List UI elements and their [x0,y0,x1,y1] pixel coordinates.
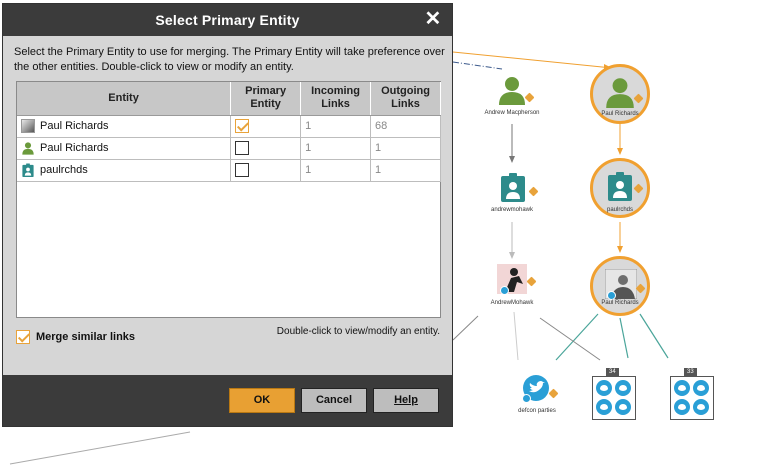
verified-badge-icon [522,394,531,403]
entity-name: paulrchds [40,164,88,176]
primary-checkbox[interactable] [235,119,250,133]
link-edge [452,61,503,70]
entity-name: Paul Richards [40,142,109,154]
node-label: Andrew Macpherson [484,110,540,116]
double-click-hint: Double-click to view/modify an entity. [276,326,440,337]
twitter-icon [615,399,631,415]
table-row[interactable]: paulrchds 1 1 [17,159,441,182]
entity-node-paul-richards-photo[interactable] [590,256,650,316]
group-count-badge: 33 [684,368,697,376]
column-header-entity[interactable]: Entity [17,82,232,116]
twitter-icon [596,380,612,396]
alias-badge-icon [608,172,632,201]
group-count-badge: 34 [606,368,619,376]
merge-similar-links-checkbox[interactable] [16,330,30,344]
column-header-primary[interactable]: Primary Entity [230,82,302,116]
link-edge [513,311,519,361]
outgoing-links-value: 68 [370,115,441,138]
entity-name: Paul Richards [40,120,109,132]
outgoing-links-value: 1 [370,137,441,160]
node-label: AndrewMohawk [490,300,534,306]
twitter-icon [693,380,709,396]
node-label: Paul Richards [601,300,639,306]
column-header-outgoing[interactable]: Outgoing Links [370,82,441,116]
entity-node-andrewmohawk-photo[interactable] [497,264,537,295]
node-label: paulrchds [606,207,634,213]
twitter-icon [674,399,690,415]
verified-badge-icon [500,286,509,295]
entity-node-defcon-parties[interactable] [522,374,559,404]
dialog-title: Select Primary Entity [155,12,300,28]
node-label: Paul Richards [601,111,639,117]
link-edge [555,313,599,361]
pin-icon [635,283,646,294]
entity-group-twitter[interactable] [670,376,714,420]
help-button[interactable]: Help [373,388,439,413]
verified-badge-icon [607,291,616,300]
link-edge-arrow [617,246,623,253]
cancel-button[interactable]: Cancel [301,388,367,413]
dialog-titlebar[interactable]: Select Primary Entity ✕ [3,4,452,36]
incoming-links-value: 1 [300,137,372,160]
person-photo-icon [21,119,35,133]
primary-checkbox[interactable] [235,141,250,155]
entity-node-andrew-macpherson[interactable] [496,74,535,108]
table-row[interactable]: Paul Richards 1 1 [17,137,441,160]
link-edge [619,317,629,359]
link-edge [639,313,669,359]
ok-button[interactable]: OK [229,388,295,413]
dialog-description: Select the Primary Entity to use for mer… [14,46,445,73]
close-button[interactable]: ✕ [423,9,443,29]
twitter-icon [693,399,709,415]
node-label: defcon parties [518,408,556,414]
link-edge-arrow [617,148,623,155]
outgoing-links-value: 1 [370,159,441,182]
table-row[interactable]: Paul Richards 1 68 [17,115,441,138]
incoming-links-value: 1 [300,159,372,182]
select-primary-entity-dialog: Select Primary Entity ✕ Select the Prima… [2,3,453,427]
merge-similar-links-option[interactable]: Merge similar links [16,330,135,344]
link-edge [539,317,601,361]
link-edge [452,315,479,341]
dialog-footer: OK Cancel Help [3,375,452,426]
alias-badge-icon [22,163,34,177]
link-edge-arrow [509,156,515,163]
node-label: andrewmohawk [490,207,534,213]
person-icon [606,78,634,108]
link-edge [9,431,191,465]
incoming-links-value: 1 [300,115,372,138]
twitter-icon [596,399,612,415]
twitter-icon [615,380,631,396]
person-icon [499,77,525,105]
primary-checkbox[interactable] [235,163,250,177]
merge-similar-links-label: Merge similar links [36,331,136,343]
alias-badge-icon [501,173,525,202]
person-icon [22,142,34,155]
entity-table-container[interactable]: Entity Primary Entity Incoming Links Out… [16,81,441,318]
entity-node-andrewmohawk-alias[interactable] [500,172,539,202]
pin-icon [633,183,644,194]
column-header-incoming[interactable]: Incoming Links [300,82,372,116]
link-edge-arrow [509,252,515,259]
entity-table: Entity Primary Entity Incoming Links Out… [17,82,441,182]
entity-group-twitter[interactable] [592,376,636,420]
twitter-icon [674,380,690,396]
